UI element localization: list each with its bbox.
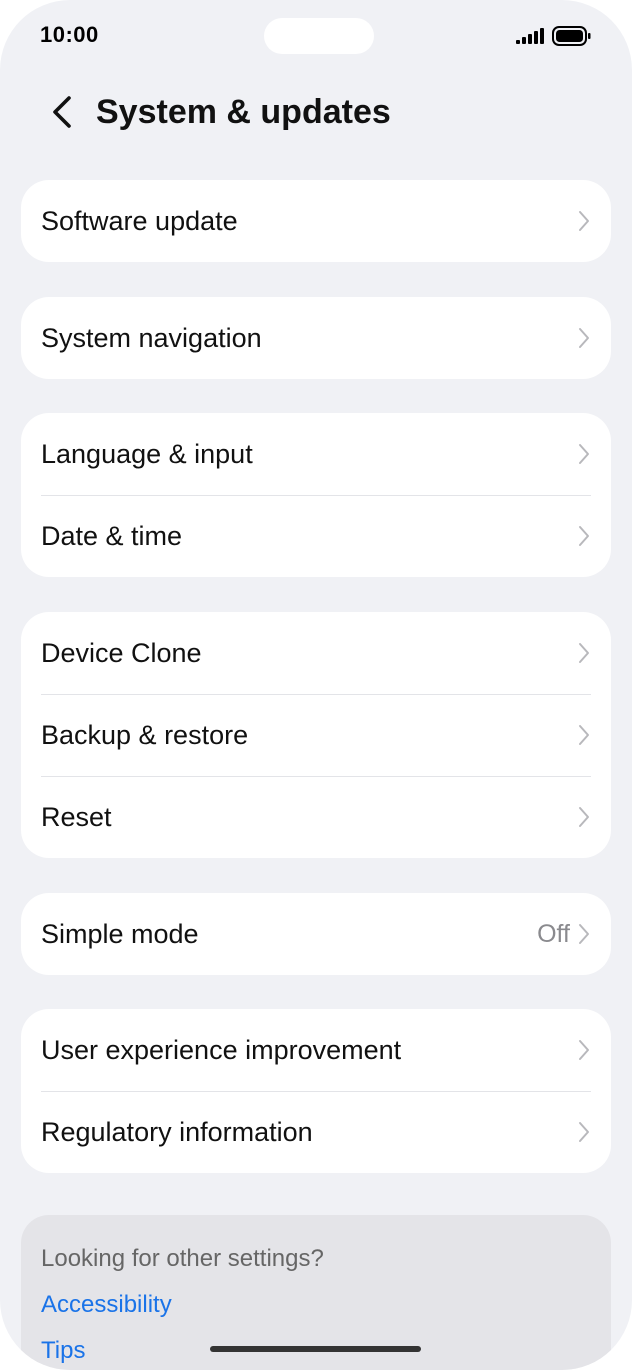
chevron-right-icon: [579, 444, 589, 464]
item-label: Language & input: [41, 438, 253, 469]
settings-group-info: User experience improvement Regulatory i…: [21, 1009, 611, 1173]
simple-mode-item[interactable]: Simple mode Off: [21, 893, 611, 975]
reset-item[interactable]: Reset: [21, 776, 611, 858]
phone-screen: 10:00 System & updates Software update S…: [0, 0, 632, 1370]
battery-icon: [552, 26, 591, 46]
item-label: Date & time: [41, 520, 183, 551]
back-button[interactable]: [38, 88, 86, 136]
chevron-right-icon: [579, 807, 589, 827]
language-input-item[interactable]: Language & input: [21, 413, 611, 495]
accessibility-link[interactable]: Accessibility: [41, 1289, 591, 1321]
item-label: Regulatory information: [41, 1116, 313, 1147]
item-label: Backup & restore: [41, 719, 249, 750]
home-indicator[interactable]: [210, 1346, 421, 1352]
item-label: Reset: [41, 801, 112, 832]
chevron-right-icon: [579, 328, 589, 348]
chevron-right-icon: [579, 526, 589, 546]
chevron-left-icon: [53, 96, 71, 128]
settings-group-backup: Device Clone Backup & restore Reset: [21, 612, 611, 858]
regulatory-information-item[interactable]: Regulatory information: [21, 1091, 611, 1173]
settings-group-navigation: System navigation: [21, 297, 611, 379]
settings-group-software: Software update: [21, 180, 611, 262]
other-settings-title: Looking for other settings?: [41, 1245, 324, 1272]
status-icons: [516, 26, 592, 46]
chevron-right-icon: [579, 643, 589, 663]
system-navigation-item[interactable]: System navigation: [21, 297, 611, 379]
settings-group-language: Language & input Date & time: [21, 413, 611, 577]
chevron-right-icon: [579, 1040, 589, 1060]
chevron-right-icon: [579, 924, 589, 944]
dynamic-island: [264, 18, 374, 54]
item-label: System navigation: [41, 322, 262, 353]
item-label: Device Clone: [41, 637, 202, 668]
page-title: System & updates: [96, 93, 391, 131]
date-time-item[interactable]: Date & time: [21, 495, 611, 577]
status-time: 10:00: [40, 22, 99, 47]
item-label: User experience improvement: [41, 1034, 402, 1065]
simple-mode-value: Off: [537, 919, 570, 948]
software-update-item[interactable]: Software update: [21, 180, 611, 262]
item-label: Software update: [41, 205, 238, 236]
chevron-right-icon: [579, 725, 589, 745]
settings-group-simple-mode: Simple mode Off: [21, 893, 611, 975]
backup-restore-item[interactable]: Backup & restore: [21, 694, 611, 776]
signal-icon: [516, 28, 544, 44]
chevron-right-icon: [579, 1122, 589, 1142]
chevron-right-icon: [579, 211, 589, 231]
device-clone-item[interactable]: Device Clone: [21, 612, 611, 694]
user-experience-item[interactable]: User experience improvement: [21, 1009, 611, 1091]
item-label: Simple mode: [41, 918, 199, 949]
